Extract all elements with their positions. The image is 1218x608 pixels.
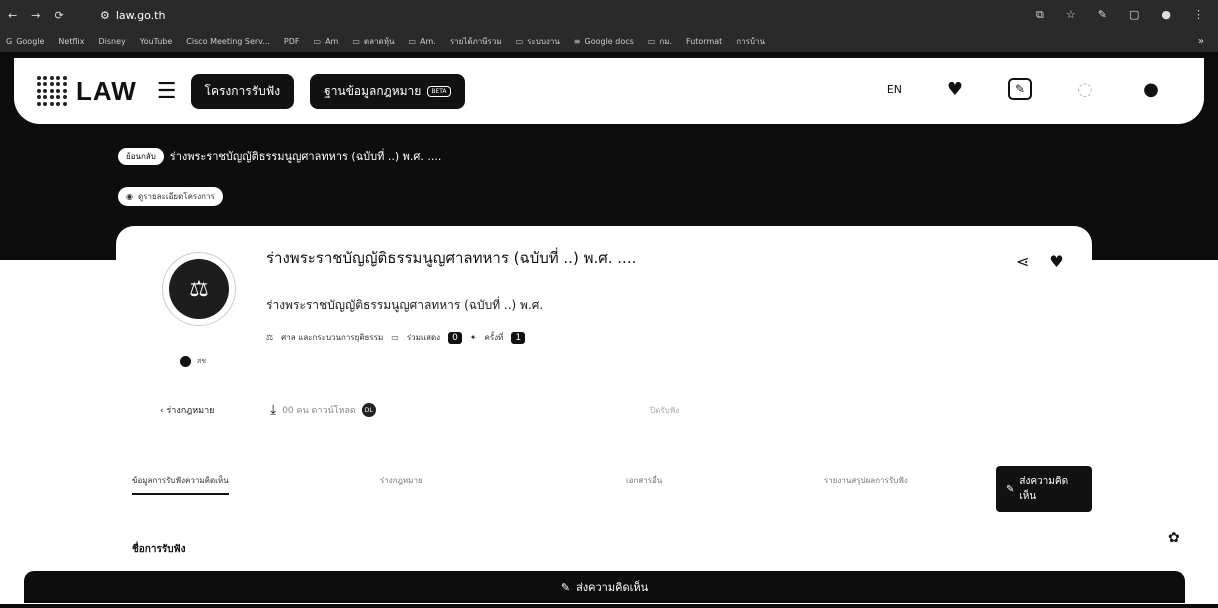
bookmark-item[interactable]: Cisco Meeting Serv...: [186, 37, 270, 46]
notification-bell-icon[interactable]: ◌: [1072, 76, 1098, 102]
agency-emblem: ⚖: [162, 252, 236, 326]
download-info: ⤓ 00 คน ดาวน์โหลด DL: [270, 402, 650, 418]
beta-badge: BETA: [427, 85, 451, 97]
bookmark-item[interactable]: ≡ Google docs: [574, 37, 634, 46]
comments-label: ร่วมแสดง: [406, 333, 441, 342]
browser-toolbar: ← → ⟳ ⚙ law.go.th ⧉ ☆ ✎ ▢ ● ⋮: [0, 0, 1218, 30]
project-meta: ⚖ ศาล และกระบวนการยุติธรรม ▭ ร่วมแสดง 0 …: [266, 331, 526, 344]
docs-icon: ≡: [573, 36, 581, 46]
bookmark-folder[interactable]: ▭ ตลาดหุ้น: [352, 35, 394, 48]
profile-icon[interactable]: ●: [1161, 8, 1171, 22]
extensions-icon[interactable]: ✎: [1098, 8, 1107, 22]
hearings-nav-button[interactable]: โครงการรับฟัง: [190, 73, 295, 109]
project-status-row: ‹ ร่างกฎหมาย ⤓ 00 คน ดาวน์โหลด DL ปิดรับ…: [160, 402, 679, 418]
forward-arrow-icon[interactable]: →: [31, 9, 40, 22]
reload-icon[interactable]: ⟳: [54, 9, 63, 22]
document-type: ‹ ร่างกฎหมาย: [160, 406, 215, 416]
project-title: ร่างพระราชบัญญัติธรรมนูญศาลทหาร (ฉบับที่…: [266, 249, 637, 267]
address-bar[interactable]: ⚙ law.go.th: [100, 9, 1036, 22]
bookmark-item[interactable]: PDF: [284, 37, 300, 46]
edit-icon: ✎: [1006, 483, 1015, 495]
agency-logo-icon: [180, 356, 191, 367]
category-icon: ⚖: [266, 333, 274, 342]
views-icon: ✦: [469, 333, 477, 342]
bookmark-folder[interactable]: ▭ กม.: [648, 35, 672, 48]
project-details-button[interactable]: ◉ ดูรายละเอียดโครงการ: [118, 187, 223, 206]
bookmark-item[interactable]: รายได้ภาษีรวม: [450, 35, 502, 48]
menu-icon[interactable]: ⋮: [1193, 8, 1204, 22]
hamburger-menu-icon[interactable]: ☰: [157, 79, 177, 104]
comment-icon: ▭: [391, 333, 399, 342]
back-button[interactable]: ย้อนกลับ: [118, 147, 164, 165]
tab-summary-report[interactable]: รายงานสรุปผลการรับฟัง: [824, 474, 908, 487]
law-logo[interactable]: LAW: [34, 73, 137, 109]
user-account-icon[interactable]: ●: [1138, 76, 1164, 102]
submit-comment-bar[interactable]: ✎ ส่งความคิดเห็น: [24, 571, 1185, 603]
edit-icon: ✎: [560, 580, 571, 594]
bookmark-item[interactable]: YouTube: [140, 37, 173, 46]
browser-nav: ← → ⟳: [0, 9, 100, 22]
chatbot-icon[interactable]: ✿: [1168, 530, 1180, 546]
google-icon: G: [6, 36, 13, 46]
tab-draft-law[interactable]: ร่างกฎหมาย: [380, 474, 423, 487]
logo-text: LAW: [76, 75, 137, 106]
folder-icon: ▭: [515, 36, 524, 46]
header-actions: EN ♥ ✎ ◌ ●: [887, 76, 1164, 102]
tab-search-icon[interactable]: ▢: [1129, 8, 1139, 22]
install-icon[interactable]: ⧉: [1036, 8, 1044, 22]
site-settings-icon[interactable]: ⚙: [100, 9, 110, 22]
bookmark-folder[interactable]: ▭ Am.: [408, 37, 435, 46]
comments-count: 0: [448, 331, 462, 344]
eye-icon: ◉: [126, 192, 133, 201]
agency-info: สช: [180, 356, 206, 367]
project-tabs: ข้อมูลการรับฟังความคิดเห็น ร่างกฎหมาย เอ…: [132, 466, 1092, 512]
bookmark-item[interactable]: Futormat: [686, 37, 722, 46]
feedback-chat-icon[interactable]: ✎: [1008, 78, 1032, 100]
law-database-nav-button[interactable]: ฐานข้อมูลกฎหมาย BETA: [310, 73, 465, 109]
scales-of-justice-icon: ⚖: [169, 259, 229, 319]
url-domain: law.go.th: [115, 8, 166, 22]
hearing-date: ปิดรับฟัง: [650, 405, 680, 415]
download-count: 00 คน ดาวน์โหลด: [282, 406, 356, 416]
logo-mark-icon: [34, 73, 70, 109]
category-label: ศาล และกระบวนการยุติธรรม: [281, 333, 384, 342]
language-switch[interactable]: EN: [887, 83, 902, 96]
section-title: ชื่อการรับฟัง: [132, 544, 186, 555]
folder-icon: ▭: [352, 36, 360, 46]
site-header: LAW ☰ โครงการรับฟัง ฐานข้อมูลกฎหมาย BETA …: [14, 58, 1204, 124]
bookmark-item[interactable]: Disney: [98, 37, 125, 46]
breadcrumb-title: ร่างพระราชบัญญัติธรรมนูญศาลทหาร (ฉบับที่…: [169, 150, 442, 163]
folder-icon: ▭: [408, 36, 416, 46]
submit-comment-tab-button[interactable]: ✎ ส่งความคิดเห็น: [996, 466, 1092, 512]
download-icon[interactable]: ⤓: [270, 402, 276, 418]
bottom-edge: [0, 604, 1218, 608]
bookmark-folder[interactable]: ▭ ระบบงาน: [516, 35, 560, 48]
tab-other-documents[interactable]: เอกสารอื่น: [626, 474, 662, 487]
bookmark-folder[interactable]: ▭ Am: [314, 37, 339, 46]
breadcrumb: ย้อนกลับ ร่างพระราชบัญญัติธรรมนูญศาลทหาร…: [118, 147, 441, 165]
project-subtitle: ร่างพระราชบัญญัติธรรมนูญศาลทหาร (ฉบับที่…: [266, 298, 544, 312]
favorites-heart-icon[interactable]: ♥: [942, 76, 968, 102]
bookmark-item[interactable]: Netflix: [58, 37, 84, 46]
views-count: 1: [511, 331, 526, 344]
bookmark-item[interactable]: G Google: [6, 37, 44, 46]
browser-actions: ⧉ ☆ ✎ ▢ ● ⋮: [1036, 8, 1218, 22]
bookmarks-more[interactable]: »: [1198, 36, 1204, 47]
download-badge: DL: [361, 403, 376, 417]
folder-icon: ▭: [313, 36, 322, 46]
project-actions: ⋖ ♥: [1016, 252, 1064, 271]
bookmark-star-icon[interactable]: ☆: [1066, 8, 1076, 22]
favorite-heart-icon[interactable]: ♥: [1049, 252, 1063, 271]
agency-name: สช: [197, 357, 207, 365]
views-label: ครั้งที่: [484, 333, 504, 342]
folder-icon: ▭: [647, 36, 656, 46]
tab-hearing-info[interactable]: ข้อมูลการรับฟังความคิดเห็น: [132, 474, 229, 495]
share-icon[interactable]: ⋖: [1016, 252, 1029, 271]
back-arrow-icon[interactable]: ←: [8, 9, 17, 22]
bookmark-item[interactable]: การบ้าน: [736, 35, 765, 48]
bookmarks-bar: G Google Netflix Disney YouTube Cisco Mee…: [0, 30, 1218, 52]
